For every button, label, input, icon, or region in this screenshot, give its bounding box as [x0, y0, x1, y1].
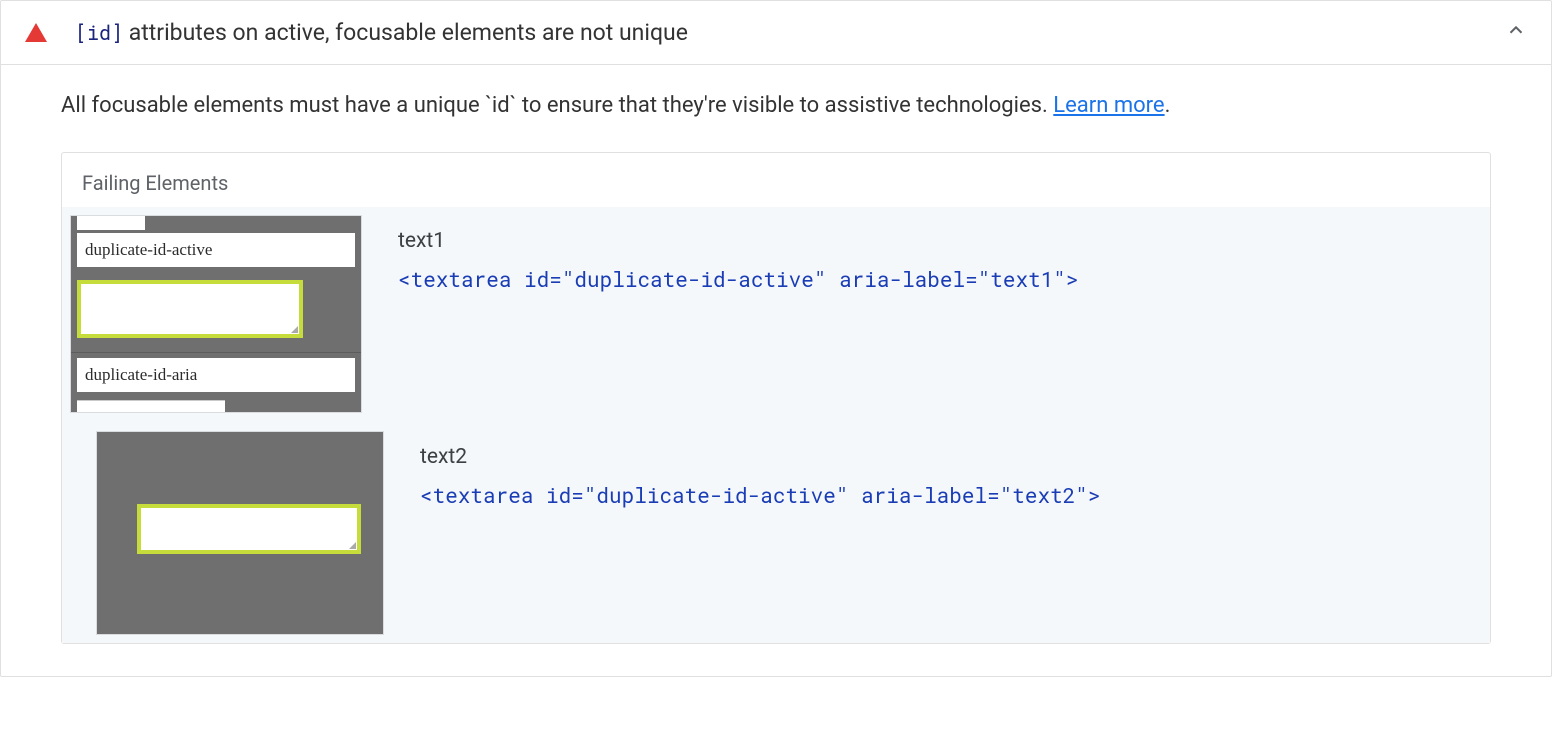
audit-title-text: attributes on active, focusable elements…: [123, 19, 688, 46]
error-triangle-icon: [25, 23, 47, 42]
description-text: All focusable elements must have a uniqu…: [61, 93, 1053, 118]
thumbnail-highlight: [77, 280, 303, 338]
thumbnail-label: duplicate-id-aria: [85, 365, 197, 385]
audit-description: All focusable elements must have a uniqu…: [61, 91, 1491, 122]
resize-handle-icon: [349, 542, 356, 549]
element-thumbnail: dlitem duplicate-id-active duplicate-id-…: [70, 215, 362, 413]
element-thumbnail: [96, 431, 384, 635]
chevron-up-icon[interactable]: [1505, 19, 1527, 46]
audit-item: [id] attributes on active, focusable ele…: [0, 0, 1552, 677]
code-id-token: [id]: [75, 20, 123, 46]
failing-elements-list: dlitem duplicate-id-active duplicate-id-…: [62, 207, 1490, 643]
failing-element-name: text1: [398, 229, 1079, 253]
audit-body: All focusable elements must have a uniqu…: [1, 65, 1551, 676]
failing-element-detail: text2 <textarea id="duplicate-id-active"…: [420, 431, 1101, 509]
failing-element-row[interactable]: text2 <textarea id="duplicate-id-active"…: [70, 431, 1482, 635]
audit-title: [id] attributes on active, focusable ele…: [75, 19, 1505, 46]
thumbnail-divider: [71, 352, 361, 353]
failing-elements-title: Failing Elements: [62, 153, 1490, 207]
failing-elements-panel: Failing Elements dlitem duplicate-id-act…: [61, 152, 1491, 644]
thumbnail-cell: duplicate-id-aria: [77, 358, 355, 392]
failing-element-snippet: <textarea id="duplicate-id-active" aria-…: [398, 265, 1079, 293]
audit-header[interactable]: [id] attributes on active, focusable ele…: [1, 1, 1551, 65]
resize-handle-icon: [291, 326, 298, 333]
thumbnail-cell: duplicate-id-active: [77, 233, 355, 267]
thumbnail-label: duplicate-id-active: [85, 240, 212, 260]
learn-more-link[interactable]: Learn more: [1053, 93, 1164, 118]
thumbnail-highlight: [137, 504, 361, 554]
thumbnail-partial-cell: dlitem: [77, 216, 145, 230]
failing-element-snippet: <textarea id="duplicate-id-active" aria-…: [420, 481, 1101, 509]
failing-element-detail: text1 <textarea id="duplicate-id-active"…: [398, 215, 1079, 293]
failing-element-name: text2: [420, 445, 1101, 469]
thumbnail-partial-cell: [77, 400, 225, 412]
failing-element-row[interactable]: dlitem duplicate-id-active duplicate-id-…: [70, 215, 1482, 413]
